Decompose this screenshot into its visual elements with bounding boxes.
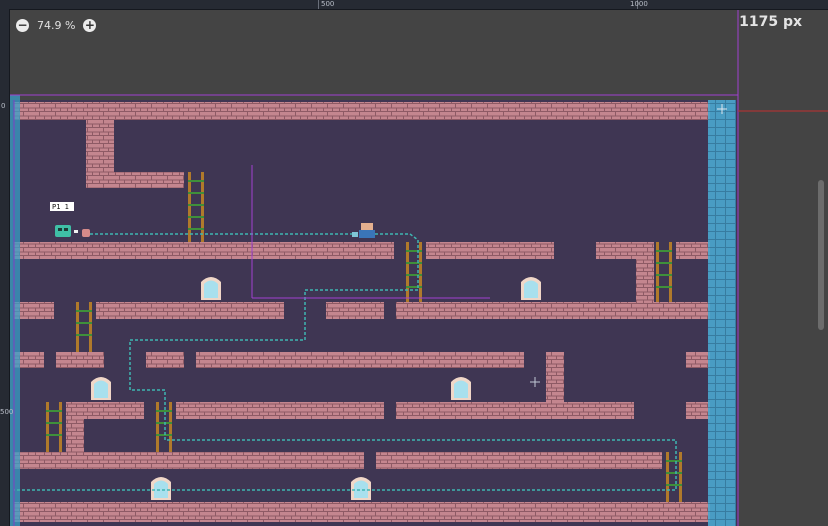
level-canvas[interactable]: P1 1 <box>0 0 828 526</box>
brick-platform <box>686 352 710 368</box>
zoom-in-button[interactable]: + <box>83 18 97 32</box>
ladder <box>188 172 204 242</box>
ladder <box>656 242 672 302</box>
window <box>91 377 111 400</box>
brick-platform <box>196 352 524 368</box>
ruler-mark-500-v: 500 <box>0 408 14 416</box>
zoom-level[interactable]: 74.9 % <box>37 19 75 32</box>
crosshair-icon <box>530 377 540 387</box>
ladder <box>46 402 62 452</box>
brick-wall <box>66 418 84 452</box>
brick-platform <box>686 402 710 419</box>
brick-wall <box>546 352 564 402</box>
ruler-mark-500: 500 <box>321 0 335 8</box>
ruler-mark-1000: 1000 <box>630 0 648 8</box>
ladder <box>666 452 682 502</box>
brick-platform <box>376 452 662 469</box>
brick-platform <box>396 402 634 419</box>
window <box>521 277 541 300</box>
window <box>351 477 371 500</box>
brick-platform <box>676 242 710 259</box>
brick-platform <box>56 352 104 368</box>
brick-platform <box>14 242 394 259</box>
brick-platform <box>426 242 554 259</box>
ruler-horizontal[interactable]: 500 1000 <box>0 0 828 10</box>
ladder <box>156 402 172 452</box>
window <box>201 277 221 300</box>
brick-platform <box>176 402 384 419</box>
zoom-out-button[interactable]: − <box>16 18 29 32</box>
ladder <box>76 302 92 352</box>
brick-platform <box>14 452 364 469</box>
brick-platform <box>14 102 710 120</box>
ladder <box>406 242 422 302</box>
player-label: P1 1 <box>52 203 69 211</box>
brick-wall <box>636 258 654 302</box>
brick-platform <box>326 302 384 319</box>
enemy-sprite[interactable] <box>352 223 375 238</box>
border-column <box>708 100 736 526</box>
ruler-vertical[interactable]: 0 500 <box>0 9 14 526</box>
brick-wall <box>86 120 114 174</box>
brick-platform <box>86 172 184 188</box>
window <box>451 377 471 400</box>
player-sprite[interactable] <box>55 225 90 237</box>
editor-viewport[interactable]: P1 1 500 1000 0 500 − 74.9 % + 1175 px <box>0 0 828 526</box>
ruler-mark-0: 0 <box>1 102 6 110</box>
brick-platform <box>396 302 710 319</box>
brick-platform <box>596 242 654 259</box>
vertical-scrollbar[interactable] <box>818 180 824 330</box>
brick-platform <box>96 302 284 319</box>
brick-platform <box>14 502 710 522</box>
window <box>151 477 171 500</box>
brick-platform <box>66 402 144 419</box>
brick-platform <box>146 352 184 368</box>
ruler-measure-readout: 1175 px <box>739 14 802 30</box>
zoom-controls: − 74.9 % + <box>16 16 97 34</box>
border-column <box>10 95 20 526</box>
